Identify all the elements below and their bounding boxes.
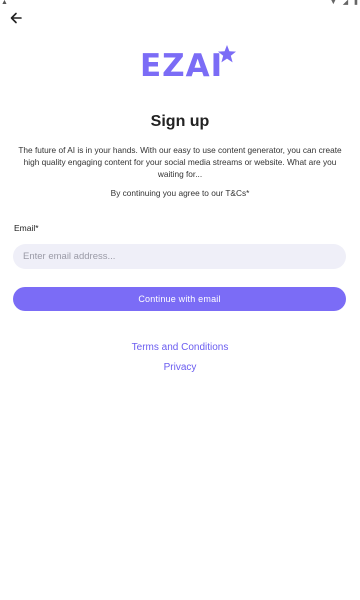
battery-icon: ▮ [354,0,358,6]
arrow-left-icon [10,12,22,24]
page-title: Sign up [150,113,210,130]
email-label: Email* [14,223,39,233]
signal-icon: ◢ [342,0,349,6]
logo-text: EZAI [140,48,224,84]
star-icon [218,45,236,63]
continue-with-email-button[interactable]: Continue with email [13,287,346,311]
terms-agreement-text: By continuing you agree to our T&Cs* [110,188,250,198]
status-left-glyph: ▲ [1,0,8,6]
terms-and-conditions-link[interactable]: Terms and Conditions [0,342,360,353]
signup-screen: ▲ ▼ ◢ ▮ EZAI Sign up The future of AI is… [0,0,360,600]
ezai-logo: EZAI [138,44,238,84]
wifi-icon: ▼ [329,0,337,6]
privacy-link[interactable]: Privacy [0,362,360,373]
intro-text: The future of AI is in your hands. With … [18,145,342,179]
status-bar: ▲ ▼ ◢ ▮ [0,0,360,8]
email-field[interactable] [13,244,346,269]
status-icons: ▼ ◢ ▮ [330,0,358,7]
back-button[interactable] [6,9,26,27]
